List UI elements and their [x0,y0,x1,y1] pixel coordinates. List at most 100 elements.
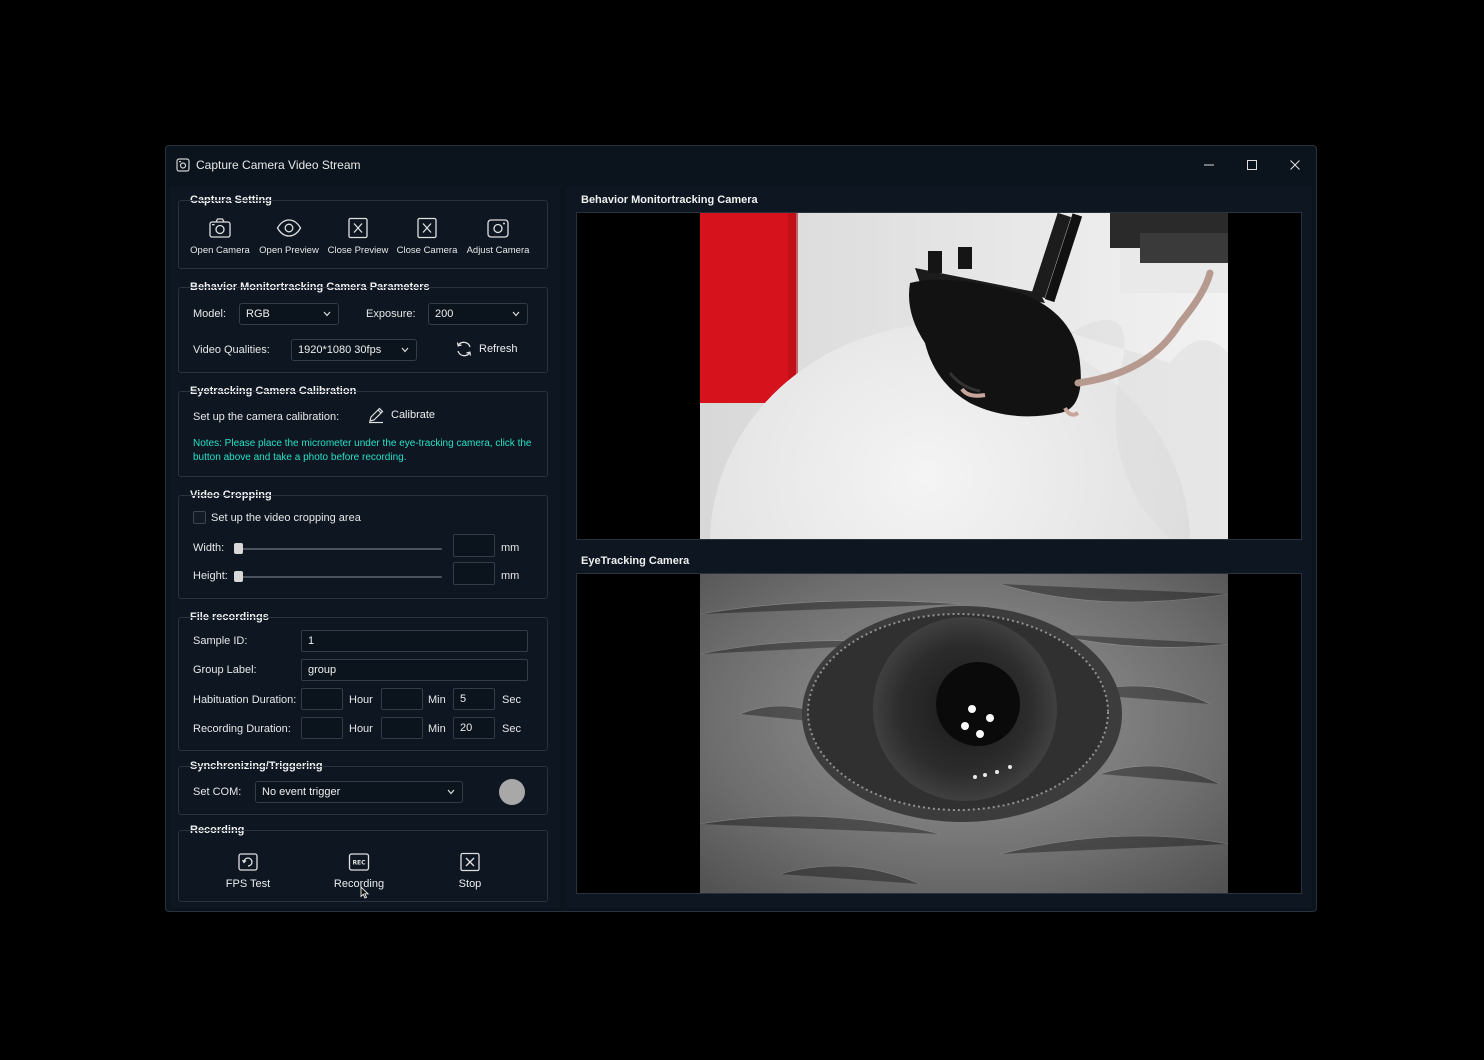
habituation-min-input[interactable] [381,688,423,710]
video-cropping-group: Video Cropping Set up the video cropping… [178,486,548,600]
exposure-select[interactable]: 200 [428,303,528,325]
sync-group: Synchronizing/Triggering Set COM: No eve… [178,760,548,816]
app-window: Capture Camera Video Stream Captura Sett… [165,145,1317,912]
fps-test-icon [238,853,258,871]
crop-height-slider-thumb[interactable] [234,571,243,582]
eye-closeup-image [700,574,1228,893]
habituation-hour-unit: Hour [349,694,373,706]
sample-id-input[interactable]: 1 [301,630,528,652]
calibrate-button[interactable]: Calibrate [367,406,435,424]
rec-badge-text: REC [352,860,366,867]
crop-height-input[interactable] [453,562,495,585]
recording-group: Recording FPS Test REC Recording Stop [178,824,548,904]
habituation-duration-label: Habituation Duration: [193,694,297,706]
close-box-icon [348,217,368,239]
start-recording-label: Recording [333,878,385,890]
habituation-hour-input[interactable] [301,688,343,710]
recording-hour-unit: Hour [349,723,373,735]
video-quality-value: 1920*1080 30fps [298,344,382,356]
adjust-camera-button[interactable]: Adjust Camera [465,217,531,265]
habituation-min-unit: Min [428,694,446,706]
refresh-icon [456,341,472,357]
stop-icon [460,852,480,872]
camera-icon [209,218,231,238]
crop-width-unit: mm [501,542,520,554]
close-preview-button[interactable]: Close Preview [325,217,391,265]
window-title: Capture Camera Video Stream [196,158,361,172]
behavior-camera-title: Behavior Monitortracking Camera [581,194,758,206]
minimize-button[interactable] [1187,146,1230,184]
com-select[interactable]: No event trigger [255,781,463,803]
app-camera-icon [176,158,190,172]
chevron-down-icon [401,347,409,353]
open-preview-button[interactable]: Open Preview [256,217,322,265]
eye-icon [276,219,302,237]
chevron-down-icon [323,311,331,317]
calibration-group: Eyetracking Camera Calibration Set up th… [178,382,548,478]
exposure-label: Exposure: [366,308,416,320]
habituation-sec-input[interactable]: 5 [453,688,495,710]
com-value: No event trigger [262,786,341,798]
sample-id-label: Sample ID: [193,635,248,647]
recording-min-input[interactable] [381,717,423,739]
start-recording-button[interactable]: REC Recording [324,852,394,896]
recording-sec-input[interactable]: 20 [453,717,495,739]
crop-width-label: Width: [193,542,225,554]
capture-setting-group: Captura Setting Open Camera Open Preview [178,186,548,270]
video-quality-label: Video Qualities: [193,344,270,356]
cropping-checkbox-label: Set up the video cropping area [211,512,361,524]
trigger-status-indicator [499,779,525,805]
eye-camera-title: EyeTracking Camera [581,555,690,567]
crop-height-label: Height: [193,570,228,582]
habituation-sec-unit: Sec [502,694,521,706]
recording-sec-unit: Sec [502,723,521,735]
model-select[interactable]: RGB [239,303,339,325]
calibrate-label: Calibrate [391,409,436,421]
refresh-button[interactable]: Refresh [455,340,518,358]
close-window-button[interactable] [1273,146,1316,184]
calibration-note: Notes: Please place the micrometer under… [193,438,532,463]
maximize-icon [1246,160,1257,170]
recording-duration-label: Recording Duration: [193,723,291,735]
close-camera-label: Close Camera [396,245,458,256]
crop-height-slider-track[interactable] [235,576,442,578]
cropping-checkbox[interactable] [193,511,206,524]
crop-width-slider-thumb[interactable] [234,543,243,554]
eye-camera-view [576,573,1302,894]
camera-panel: Behavior Monitortracking Camera EyeTrack… [566,186,1312,908]
model-label: Model: [193,308,227,320]
fps-test-label: FPS Test [225,878,271,890]
stop-button[interactable]: Stop [435,852,505,896]
set-com-label: Set COM: [193,786,242,798]
pencil-icon [369,407,384,424]
mouse-cursor-icon [360,886,369,899]
chevron-down-icon [447,789,455,795]
model-value: RGB [246,308,270,320]
camera-icon [487,219,509,238]
exposure-value: 200 [435,308,454,320]
open-camera-button[interactable]: Open Camera [187,217,253,265]
file-recordings-group: File recordings Sample ID: 1 Group Label… [178,608,548,752]
refresh-label: Refresh [479,343,518,355]
open-preview-label: Open Preview [259,245,319,256]
calibration-setup-label: Set up the camera calibration: [193,411,340,423]
behavior-camera-view [576,212,1302,540]
settings-panel: Captura Setting Open Camera Open Preview [170,186,560,908]
group-label-label: Group Label: [193,664,257,676]
rec-icon: REC [348,853,370,871]
group-label-input[interactable]: group [301,659,528,681]
close-camera-button[interactable]: Close Camera [394,217,460,265]
fps-test-button[interactable]: FPS Test [213,852,283,896]
behavior-camera-feed [700,213,1228,539]
open-camera-label: Open Camera [190,245,250,256]
crop-width-input[interactable] [453,534,495,557]
crop-height-unit: mm [501,570,520,582]
recording-hour-input[interactable] [301,717,343,739]
title-bar: Capture Camera Video Stream [166,146,1316,184]
close-icon [1289,160,1300,170]
maximize-button[interactable] [1230,146,1273,184]
video-quality-select[interactable]: 1920*1080 30fps [291,339,417,361]
window-controls [1187,146,1316,184]
eye-camera-feed [700,574,1228,893]
crop-width-slider-track[interactable] [235,548,442,550]
